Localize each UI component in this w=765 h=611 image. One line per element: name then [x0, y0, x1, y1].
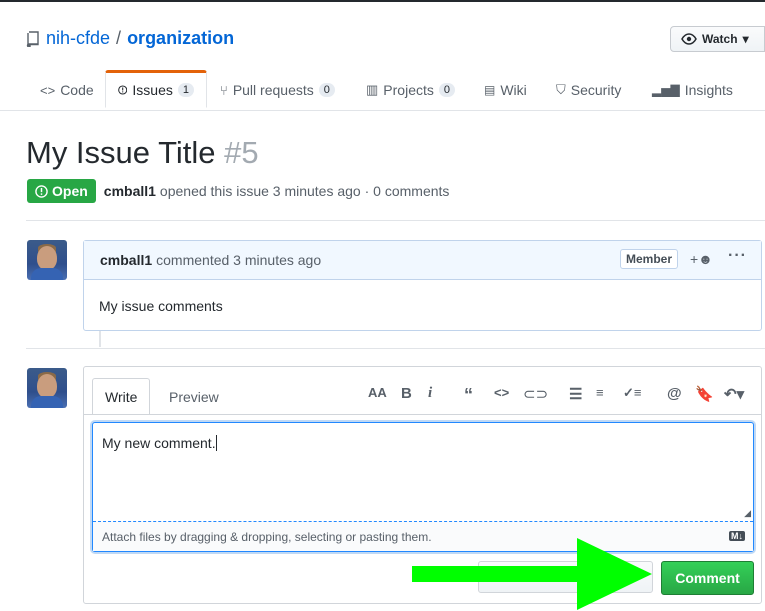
- member-badge: Member: [620, 249, 679, 269]
- tab-preview[interactable]: Preview: [157, 378, 231, 415]
- project-icon: ▥: [366, 82, 379, 97]
- italic-icon[interactable]: i: [428, 385, 432, 402]
- repo-owner-link[interactable]: nih-cfde: [46, 28, 110, 49]
- tab-count: 0: [438, 83, 455, 97]
- eye-icon: [681, 33, 697, 45]
- repo-icon: [26, 30, 39, 47]
- tab-label: Code: [60, 82, 94, 98]
- issue-meta-text: opened this issue 3 minutes ago · 0 comm…: [159, 183, 450, 199]
- comment-author-link[interactable]: cmball1: [100, 252, 152, 268]
- issue-number: #5: [224, 135, 259, 170]
- issue-author-link[interactable]: cmball1: [104, 183, 156, 199]
- status-text: Open: [52, 183, 88, 199]
- bulleted-list-icon[interactable]: ☰: [569, 385, 582, 403]
- code-icon[interactable]: <>: [494, 385, 509, 400]
- issue-title: My Issue Title #5: [26, 135, 259, 171]
- repo-nav: <> Code Issues 1 ⑂ Pull requests 0 ▥ Pro…: [0, 70, 765, 111]
- tab-label: Wiki: [500, 82, 527, 98]
- task-list-icon[interactable]: ✓≡: [623, 385, 641, 401]
- attach-hint: Attach files by dragging & dropping, sel…: [102, 529, 432, 544]
- tabbar-divider: [84, 414, 761, 415]
- repo-name-link[interactable]: organization: [127, 28, 234, 49]
- tab-label: Insights: [684, 82, 733, 98]
- comment-body: My issue comments: [99, 298, 223, 314]
- shield-icon: ⛉: [556, 82, 566, 97]
- link-icon[interactable]: ⊂⊃: [523, 385, 548, 403]
- bold-icon[interactable]: B: [401, 385, 412, 402]
- tab-issues[interactable]: Issues 1: [105, 70, 207, 108]
- book-icon: ▤: [484, 83, 496, 97]
- comment-submit-button[interactable]: Comment: [661, 561, 754, 595]
- numbered-list-icon[interactable]: ≡: [596, 385, 604, 400]
- graph-icon: ▂▅▇: [652, 83, 680, 97]
- comment: cmball1 commented 3 minutes ago Member +…: [83, 240, 762, 331]
- watch-label: Watch: [702, 32, 738, 46]
- watch-button[interactable]: Watch ▾: [670, 26, 765, 52]
- header-divider: [26, 220, 765, 221]
- git-pull-request-icon: ⑂: [220, 82, 228, 98]
- arrow-annotation: [412, 538, 652, 610]
- add-reaction-icon[interactable]: +☻: [690, 251, 713, 267]
- issue-opened-icon: [35, 184, 48, 198]
- timeline-divider: [26, 348, 765, 349]
- tab-wiki[interactable]: ▤ Wiki: [484, 70, 527, 110]
- comment-textarea-value: My new comment.: [102, 435, 217, 451]
- repo-header: nih-cfde / organization: [26, 28, 234, 49]
- issue-opened-icon: [118, 85, 128, 95]
- tab-label: Security: [570, 82, 622, 98]
- text-size-icon[interactable]: AA: [368, 385, 387, 400]
- tab-count: 1: [177, 83, 194, 97]
- quote-icon[interactable]: “: [464, 385, 473, 406]
- tab-insights[interactable]: ▂▅▇ Insights: [652, 70, 733, 110]
- tab-code[interactable]: <> Code: [40, 70, 94, 110]
- avatar[interactable]: [27, 240, 67, 280]
- resize-handle-icon[interactable]: ◢: [744, 508, 751, 519]
- mention-icon[interactable]: @: [667, 385, 682, 402]
- issue-meta: Open cmball1 opened this issue 3 minutes…: [27, 179, 449, 203]
- tab-security[interactable]: ⛉ Security: [556, 70, 621, 110]
- tab-count: 0: [318, 83, 335, 97]
- issue-title-text: My Issue Title: [26, 135, 216, 170]
- tab-label: Issues: [132, 82, 173, 98]
- saved-reply-icon[interactable]: 🔖: [695, 385, 714, 403]
- text-caret: [215, 435, 217, 451]
- tab-pull-requests[interactable]: ⑂ Pull requests 0: [220, 70, 335, 110]
- top-border: [0, 0, 765, 2]
- tab-label: Projects: [383, 82, 434, 98]
- more-options-icon[interactable]: ···: [728, 247, 747, 265]
- avatar[interactable]: [27, 368, 67, 408]
- comment-timestamp[interactable]: commented 3 minutes ago: [156, 252, 321, 268]
- caret-down-icon: ▾: [742, 32, 749, 46]
- markdown-icon[interactable]: M↓: [729, 531, 745, 541]
- status-badge: Open: [27, 179, 96, 203]
- tab-projects[interactable]: ▥ Projects 0: [366, 70, 455, 110]
- tab-write[interactable]: Write: [92, 378, 151, 415]
- comment-textarea[interactable]: My new comment. ◢ Attach files by draggi…: [92, 422, 754, 552]
- code-icon: <>: [40, 82, 56, 98]
- reply-icon[interactable]: ↶▾: [724, 385, 744, 403]
- timeline-line: [99, 331, 101, 347]
- repo-separator: /: [116, 28, 122, 48]
- tab-label: Pull requests: [232, 82, 314, 98]
